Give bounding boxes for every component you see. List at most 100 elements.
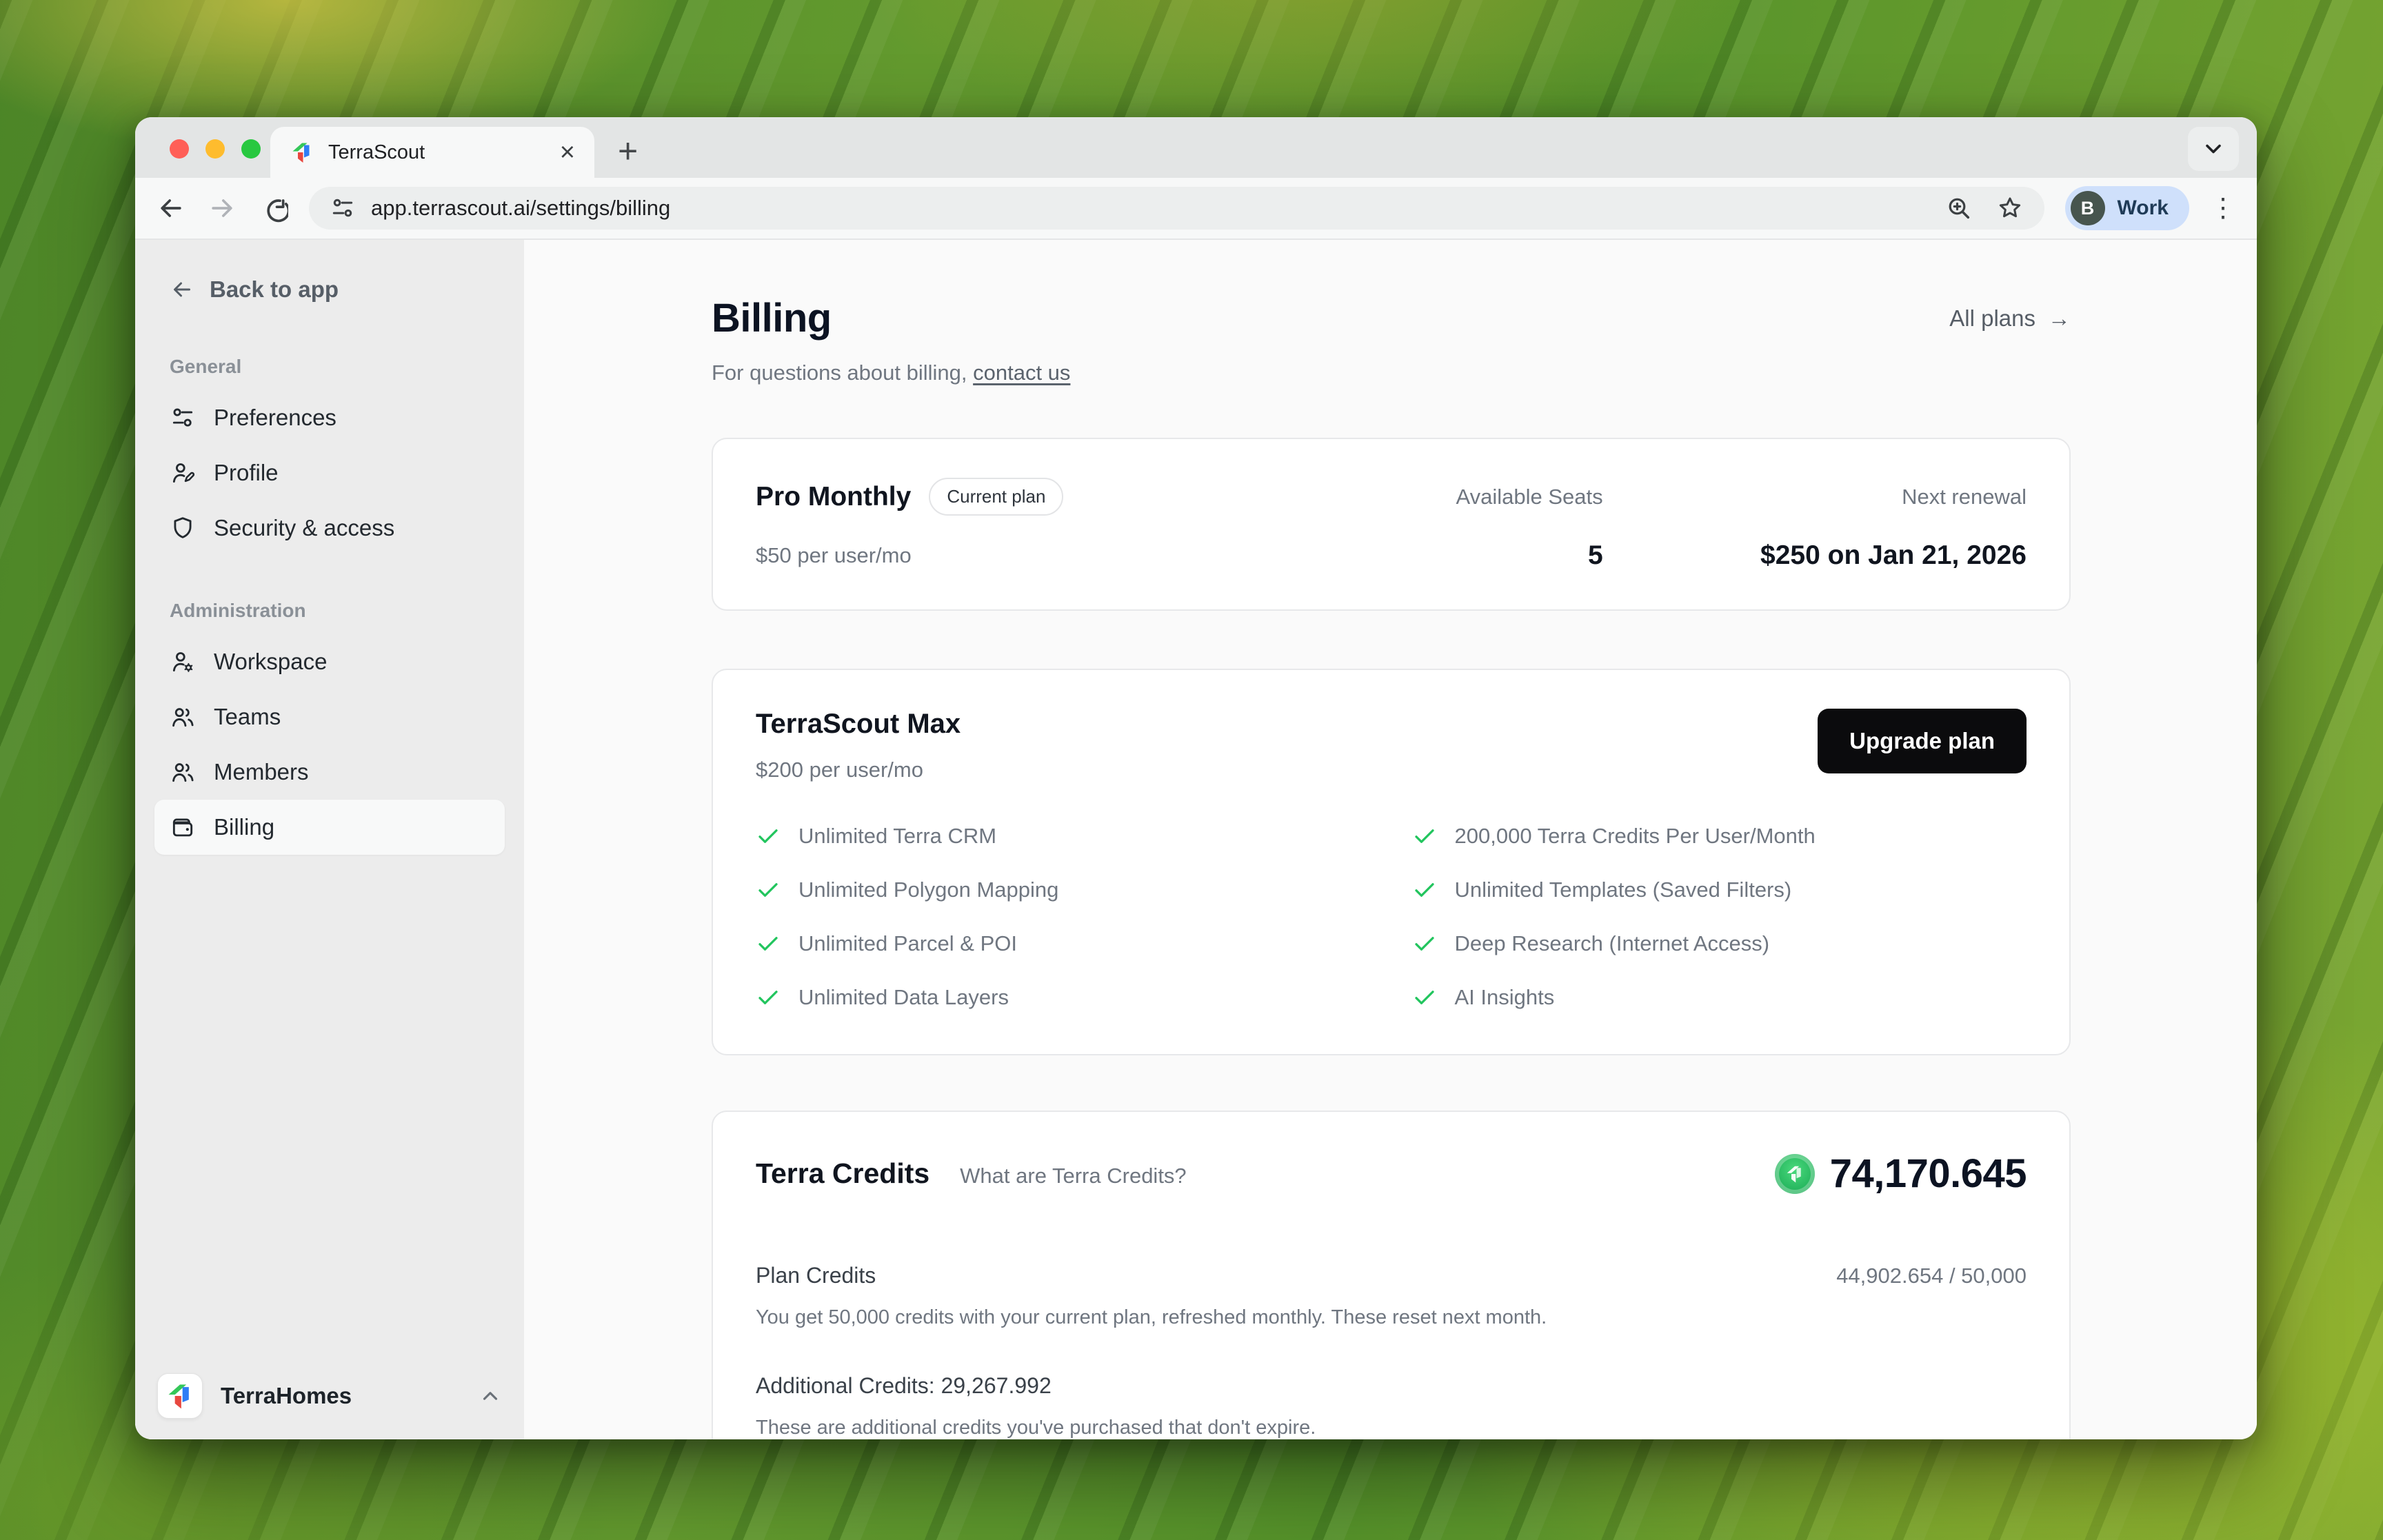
users-icon [172, 708, 194, 727]
user-gear-icon [172, 652, 193, 672]
plan-credits-value: 44,902.654 / 50,000 [1836, 1264, 2027, 1288]
current-plan-badge: Current plan [929, 478, 1064, 516]
section-administration: Administration [170, 600, 306, 621]
window-controls [170, 139, 261, 159]
feature-label: Unlimited Data Layers [798, 985, 1009, 1009]
credits-balance: 74,170.645 [1829, 1151, 2027, 1196]
sidebar-item-label: Members [214, 759, 309, 784]
feature-label: 200,000 Terra Credits Per User/Month [1454, 824, 1816, 848]
what-are-credits-link[interactable]: What are Terra Credits? [960, 1164, 1187, 1188]
arrow-left-icon [174, 282, 190, 297]
new-tab-button[interactable]: + [618, 134, 638, 168]
minimize-window-button[interactable] [205, 139, 225, 159]
plan-credits-description: You get 50,000 credits with your current… [756, 1306, 1547, 1328]
tab-search-button[interactable] [2188, 127, 2239, 171]
sliders-icon [172, 408, 193, 427]
tab-title: TerraScout [328, 141, 425, 163]
workspace-name: TerraHomes [221, 1383, 352, 1408]
forward-icon[interactable] [207, 193, 237, 223]
sidebar-item-label: Profile [214, 460, 279, 485]
feature-label: Unlimited Parcel & POI [798, 931, 1017, 955]
chevron-up-icon [483, 1392, 498, 1400]
sidebar-item-workspace[interactable]: Workspace [154, 634, 505, 689]
renewal-value: $250 on Jan 21, 2026 [1760, 540, 2027, 570]
sidebar-item-security[interactable]: Security & access [154, 500, 505, 556]
page-title: Billing [712, 296, 832, 341]
feature-item: AI Insights [1412, 985, 2027, 1010]
workspace-logo [157, 1373, 203, 1419]
back-to-app-label: Back to app [210, 276, 339, 302]
address-bar[interactable]: app.terrascout.ai/settings/billing [309, 187, 2044, 230]
feature-label: Deep Research (Internet Access) [1454, 931, 1770, 955]
wallet-icon [172, 818, 193, 837]
billing-subtitle: For questions about billing, contact us [712, 361, 2071, 385]
feature-label: Unlimited Templates (Saved Filters) [1454, 878, 1792, 902]
tab-strip: TerraScout × + [135, 117, 2257, 178]
check-icon [758, 991, 778, 1004]
renewal-label: Next renewal [1902, 484, 2027, 509]
back-icon[interactable] [156, 193, 186, 223]
all-plans-label: All plans [1949, 305, 2035, 331]
credits-title: Terra Credits [756, 1157, 930, 1189]
sidebar-item-teams[interactable]: Teams [154, 689, 505, 744]
site-settings-icon[interactable] [330, 195, 356, 221]
reload-icon[interactable] [258, 193, 288, 223]
profile-name: Work [2117, 196, 2169, 219]
check-icon [758, 937, 778, 951]
feature-item: Unlimited Data Layers [756, 985, 1371, 1010]
sidebar-item-profile[interactable]: Profile [154, 445, 505, 500]
bookmark-star-icon[interactable] [1996, 194, 2024, 222]
browser-window: TerraScout × + app.terrascout.ai/setting… [135, 117, 2257, 1439]
chevron-down-icon [2206, 144, 2221, 154]
workspace-switcher[interactable]: TerraHomes [154, 1373, 505, 1419]
sidebar-item-label: Billing [214, 814, 275, 840]
feature-item: Unlimited Parcel & POI [756, 931, 1371, 956]
seats-value: 5 [1587, 540, 1603, 570]
upgrade-plan-price: $200 per user/mo [756, 758, 923, 782]
upgrade-plan-button[interactable]: Upgrade plan [1818, 709, 2027, 773]
feature-label: Unlimited Polygon Mapping [798, 878, 1059, 902]
check-icon [1414, 991, 1434, 1004]
url-text[interactable]: app.terrascout.ai/settings/billing [371, 196, 1930, 221]
feature-label: Unlimited Terra CRM [798, 824, 997, 848]
zoom-window-button[interactable] [241, 139, 261, 159]
back-to-app-link[interactable]: Back to app [154, 267, 505, 312]
check-icon [1414, 883, 1434, 897]
billing-page: Billing All plans → For questions about … [524, 240, 2257, 1439]
check-icon [1414, 829, 1434, 843]
zoom-icon[interactable] [1945, 194, 1973, 222]
sidebar-item-preferences[interactable]: Preferences [154, 390, 505, 445]
contact-us-link[interactable]: contact us [973, 361, 1070, 385]
arrow-right-icon: → [2048, 305, 2071, 331]
sidebar-item-members[interactable]: Members [154, 744, 505, 800]
close-window-button[interactable] [170, 139, 189, 159]
browser-toolbar: app.terrascout.ai/settings/billing B Wor… [135, 178, 2257, 240]
additional-credits-label: Additional Credits: 29,267.992 [756, 1373, 1052, 1398]
upgrade-plan-name: TerraScout Max [756, 709, 961, 739]
sidebar-item-label: Teams [214, 704, 281, 729]
terra-credits-card: Terra Credits What are Terra Credits? 74… [712, 1111, 2071, 1439]
upgrade-plan-card: TerraScout Max $200 per user/mo Upgrade … [712, 669, 2071, 1055]
browser-tab-terrascout[interactable]: TerraScout × [270, 127, 594, 178]
browser-menu-icon[interactable]: ⋮ [2210, 195, 2236, 221]
feature-item: Deep Research (Internet Access) [1412, 931, 2027, 956]
plan-credits-label: Plan Credits [756, 1263, 876, 1288]
current-plan-card: Pro Monthly Current plan Available Seats… [712, 438, 2071, 611]
all-plans-link[interactable]: All plans → [1949, 305, 2071, 332]
tab-close-icon[interactable]: × [560, 139, 575, 165]
settings-sidebar: Back to app General Preferences Profile … [135, 240, 524, 1439]
sidebar-item-label: Preferences [214, 405, 336, 430]
browser-profile-chip[interactable]: B Work [2064, 186, 2189, 230]
plan-name: Pro Monthly [756, 481, 912, 511]
user-edit-icon [172, 463, 195, 483]
check-icon [758, 883, 778, 897]
feature-item: Unlimited Polygon Mapping [756, 878, 1371, 902]
avatar: B [2070, 191, 2105, 225]
subtitle-text: For questions about billing, [712, 361, 974, 385]
sidebar-item-label: Workspace [214, 649, 328, 674]
tab-favicon-icon [290, 140, 314, 165]
check-icon [1414, 937, 1434, 951]
feature-item: 200,000 Terra Credits Per User/Month [1412, 824, 2027, 849]
check-icon [758, 829, 778, 843]
sidebar-item-billing[interactable]: Billing [154, 800, 505, 855]
